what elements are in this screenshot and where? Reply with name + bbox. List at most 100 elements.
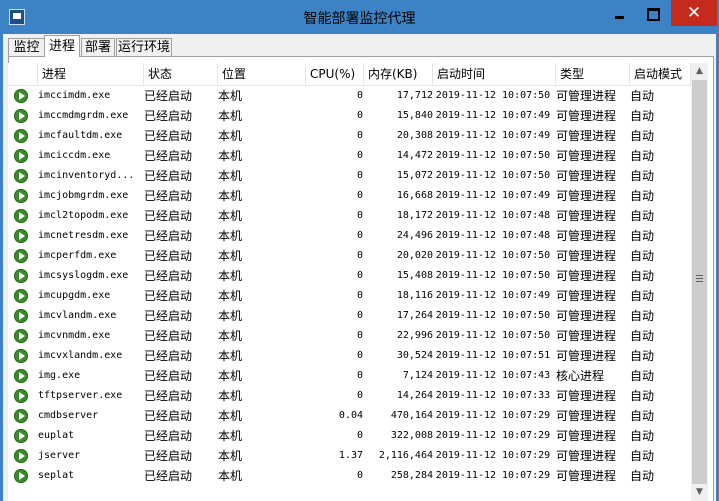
process-type: 可管理进程	[556, 169, 617, 183]
running-play-icon	[14, 449, 28, 463]
process-cpu: 0	[356, 90, 363, 101]
process-name: imcvnmdm.exe	[38, 330, 111, 341]
table-row[interactable]: imcvxlandm.exe 已经启动 本机 0 30,524 2019-11-…	[8, 346, 691, 366]
table-row[interactable]: tftpserver.exe 已经启动 本机 0 14,264 2019-11-…	[8, 386, 691, 406]
table-row[interactable]: jserver 已经启动 本机 1.37 2,116,464 2019-11-1…	[8, 446, 691, 466]
process-memory: 16,668	[396, 190, 433, 201]
process-type: 可管理进程	[556, 409, 617, 423]
process-status: 已经启动	[144, 189, 193, 203]
header-start-time[interactable]: 启动时间	[433, 63, 556, 85]
process-start-time: 2019-11-12 10:07:50	[435, 330, 551, 341]
process-name: imcnetresdm.exe	[38, 230, 129, 241]
process-start-time: 2019-11-12 10:07:51	[435, 350, 551, 361]
process-start-time: 2019-11-12 10:07:50	[435, 270, 551, 281]
table-row[interactable]: imcperfdm.exe 已经启动 本机 0 20,020 2019-11-1…	[8, 246, 691, 266]
running-play-icon	[14, 469, 28, 483]
table-row[interactable]: imcvlandm.exe 已经启动 本机 0 17,264 2019-11-1…	[8, 306, 691, 326]
process-location: 本机	[218, 329, 243, 343]
table-row[interactable]: imciccdm.exe 已经启动 本机 0 14,472 2019-11-12…	[8, 146, 691, 166]
process-cpu: 0	[356, 310, 363, 321]
process-cpu: 0	[356, 350, 363, 361]
process-name: imcfaultdm.exe	[38, 130, 123, 141]
process-memory: 24,496	[396, 230, 433, 241]
tab-runtime-env[interactable]: 运行环境	[116, 38, 172, 56]
title-bar[interactable]: 智能部署监控代理 ✕	[0, 0, 719, 34]
tab-processes[interactable]: 进程	[44, 35, 80, 57]
header-memory[interactable]: 内存(KB)	[364, 63, 433, 85]
process-status: 已经启动	[144, 209, 193, 223]
process-cpu: 0	[356, 170, 363, 181]
process-location: 本机	[218, 169, 243, 183]
process-memory: 15,408	[396, 270, 433, 281]
process-status: 已经启动	[144, 269, 193, 283]
table-row[interactable]: imcjobmgrdm.exe 已经启动 本机 0 16,668 2019-11…	[8, 186, 691, 206]
table-row[interactable]: seplat 已经启动 本机 0 258,284 2019-11-12 10:0…	[8, 466, 691, 486]
process-cpu: 0	[356, 210, 363, 221]
table-row[interactable]: euplat 已经启动 本机 0 322,008 2019-11-12 10:0…	[8, 426, 691, 446]
running-play-icon	[14, 209, 28, 223]
running-play-icon	[14, 149, 28, 163]
process-cpu: 0	[356, 110, 363, 121]
process-name: cmdbserver	[38, 410, 99, 421]
process-name: imcvxlandm.exe	[38, 350, 123, 361]
table-row[interactable]: imcvnmdm.exe 已经启动 本机 0 22,996 2019-11-12…	[8, 326, 691, 346]
process-type: 可管理进程	[556, 469, 617, 483]
header-type[interactable]: 类型	[556, 63, 630, 85]
process-start-time: 2019-11-12 10:07:50	[435, 310, 551, 321]
header-start-mode[interactable]: 启动模式	[630, 63, 691, 85]
process-list[interactable]: 进程 状态 位置 CPU(%) 内存(KB) 启动时间 类型 启动模式 imcc…	[8, 63, 691, 501]
table-row[interactable]: imcnetresdm.exe 已经启动 本机 0 24,496 2019-11…	[8, 226, 691, 246]
process-start-mode: 自动	[630, 469, 655, 483]
process-status: 已经启动	[144, 109, 193, 123]
close-button[interactable]: ✕	[671, 0, 717, 26]
list-header: 进程 状态 位置 CPU(%) 内存(KB) 启动时间 类型 启动模式	[8, 63, 691, 86]
process-status: 已经启动	[144, 449, 193, 463]
process-cpu: 0	[356, 290, 363, 301]
process-type: 可管理进程	[556, 269, 617, 283]
scroll-down-icon[interactable]: ▼	[691, 484, 708, 501]
table-row[interactable]: imcfaultdm.exe 已经启动 本机 0 20,308 2019-11-…	[8, 126, 691, 146]
process-start-time: 2019-11-12 10:07:49	[435, 130, 551, 141]
process-type: 核心进程	[556, 369, 605, 383]
process-location: 本机	[218, 349, 243, 363]
process-cpu: 0	[356, 230, 363, 241]
tab-monitor[interactable]: 监控	[8, 38, 45, 56]
minimize-button[interactable]	[606, 4, 632, 24]
scroll-up-icon[interactable]: ▲	[691, 63, 708, 80]
header-status[interactable]: 状态	[144, 63, 218, 85]
running-play-icon	[14, 309, 28, 323]
header-location[interactable]: 位置	[218, 63, 306, 85]
process-status: 已经启动	[144, 389, 193, 403]
process-start-mode: 自动	[630, 309, 655, 323]
running-play-icon	[14, 429, 28, 443]
process-memory: 470,164	[390, 410, 433, 421]
vertical-scrollbar[interactable]: ▲ ▼	[691, 63, 708, 501]
process-type: 可管理进程	[556, 389, 617, 403]
header-cpu[interactable]: CPU(%)	[306, 63, 364, 85]
tab-deploy[interactable]: 部署	[81, 38, 115, 56]
process-name: imccimdm.exe	[38, 90, 111, 101]
process-start-mode: 自动	[630, 89, 655, 103]
running-play-icon	[14, 89, 28, 103]
table-row[interactable]: imccimdm.exe 已经启动 本机 0 17,712 2019-11-12…	[8, 86, 691, 106]
table-row[interactable]: imccmdmgrdm.exe 已经启动 本机 0 15,840 2019-11…	[8, 106, 691, 126]
header-icon-col[interactable]	[8, 63, 38, 85]
table-row[interactable]: cmdbserver 已经启动 本机 0.04 470,164 2019-11-…	[8, 406, 691, 426]
process-memory: 7,124	[402, 370, 433, 381]
scrollbar-thumb[interactable]	[692, 80, 707, 484]
table-row[interactable]: imcinventoryd... 已经启动 本机 0 15,072 2019-1…	[8, 166, 691, 186]
table-row[interactable]: imcl2topodm.exe 已经启动 本机 0 18,172 2019-11…	[8, 206, 691, 226]
process-status: 已经启动	[144, 289, 193, 303]
process-start-mode: 自动	[630, 269, 655, 283]
process-name: euplat	[38, 430, 75, 441]
table-row[interactable]: img.exe 已经启动 本机 0 7,124 2019-11-12 10:07…	[8, 366, 691, 386]
table-row[interactable]: imcupgdm.exe 已经启动 本机 0 18,116 2019-11-12…	[8, 286, 691, 306]
process-start-mode: 自动	[630, 409, 655, 423]
maximize-button[interactable]	[639, 4, 665, 24]
table-row[interactable]: imcsyslogdm.exe 已经启动 本机 0 15,408 2019-11…	[8, 266, 691, 286]
process-location: 本机	[218, 189, 243, 203]
process-location: 本机	[218, 149, 243, 163]
process-start-mode: 自动	[630, 289, 655, 303]
process-type: 可管理进程	[556, 209, 617, 223]
header-process[interactable]: 进程	[38, 63, 144, 85]
